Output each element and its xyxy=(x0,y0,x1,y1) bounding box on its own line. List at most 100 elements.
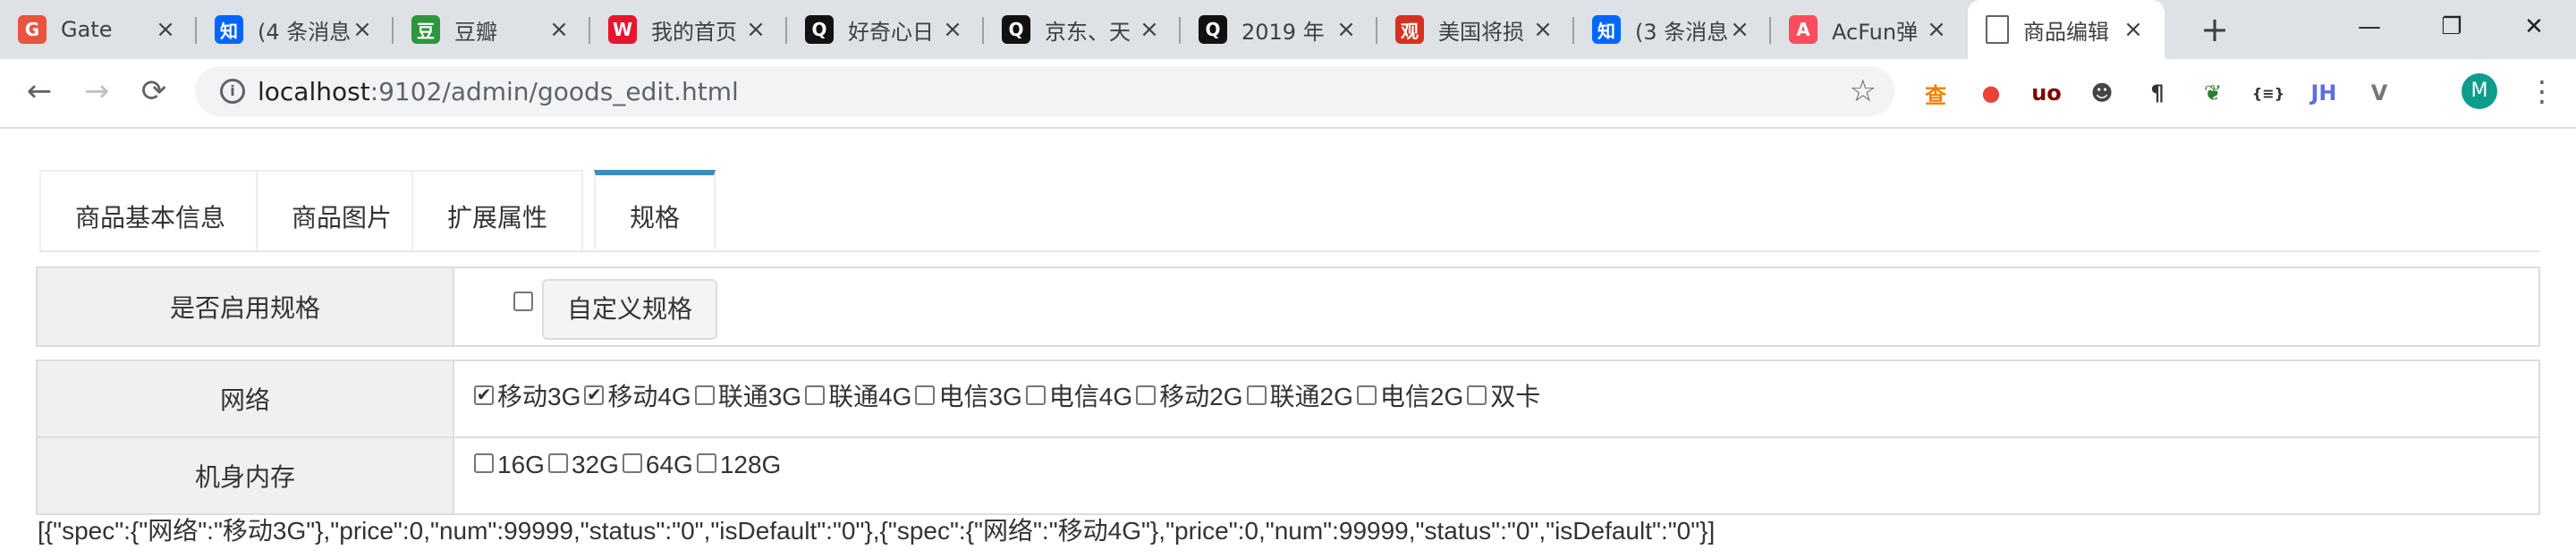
tab-close-icon[interactable]: × xyxy=(547,18,571,41)
network-checkbox[interactable] xyxy=(1136,385,1157,405)
memory-checkbox[interactable] xyxy=(547,452,568,473)
network-option-label: 电信3G xyxy=(938,383,1022,410)
network-option[interactable]: 双卡 xyxy=(1467,377,1540,413)
page-favicon-icon xyxy=(1986,15,2009,44)
ext-location-icon[interactable]: ● xyxy=(1973,75,2009,111)
network-checkbox[interactable] xyxy=(805,385,826,405)
browser-tab[interactable]: W 我的首页 × xyxy=(590,0,787,59)
site-info-icon[interactable]: i xyxy=(220,79,245,104)
memory-option[interactable]: 64G xyxy=(622,451,693,479)
browser-tab[interactable]: G Gate × xyxy=(0,0,197,59)
weibo-favicon-icon: W xyxy=(608,15,637,44)
network-checkbox[interactable] xyxy=(915,385,936,405)
browser-tab[interactable]: Q 好奇心日 × xyxy=(787,0,984,59)
browser-tab[interactable]: 知 (3 条消息 × xyxy=(1574,0,1771,59)
ext-vimium-icon[interactable]: V xyxy=(2361,75,2397,111)
memory-option[interactable]: 16G xyxy=(474,451,545,479)
ext-jh-icon[interactable]: JH xyxy=(2306,75,2342,111)
network-checkbox[interactable]: ✔ xyxy=(584,385,605,405)
tab-close-icon[interactable]: × xyxy=(1728,18,1751,41)
qdaily-favicon-icon: Q xyxy=(805,15,834,44)
acfun-favicon-icon: A xyxy=(1789,15,1818,44)
ext-leaf-icon[interactable]: ❦ xyxy=(2195,75,2231,111)
browser-tab[interactable]: 知 (4 条消息 × xyxy=(197,0,394,59)
enable-spec-checkbox[interactable] xyxy=(513,292,533,311)
network-option[interactable]: 联通2G xyxy=(1246,377,1353,413)
spec-enable-value: 自定义规格 xyxy=(474,268,2538,345)
forward-button[interactable]: → xyxy=(77,72,116,111)
profile-avatar[interactable]: M xyxy=(2462,73,2497,109)
tab-title: 美国将损 xyxy=(1438,19,1524,45)
network-checkbox[interactable] xyxy=(694,385,715,405)
network-checkbox[interactable] xyxy=(1356,385,1377,405)
tab-close-icon[interactable]: × xyxy=(744,18,767,41)
network-option-label: 移动3G xyxy=(497,383,581,410)
tab-close-icon[interactable]: × xyxy=(1925,18,1948,41)
qdaily-favicon-icon: Q xyxy=(1199,15,1227,44)
custom-spec-button[interactable]: 自定义规格 xyxy=(542,279,718,340)
tab-images[interactable]: 商品图片 xyxy=(256,170,428,250)
network-option[interactable]: ✔ 移动3G xyxy=(474,377,580,413)
network-row: 网络 ✔ 移动3G ✔ 移动4G 联通3G 联通4G 电信3G 电信4G 移动2G 联通2G 电信2… xyxy=(38,361,2538,438)
ext-search-icon[interactable]: 查 xyxy=(1918,75,1953,111)
tab-basic-info[interactable]: 商品基本信息 xyxy=(39,170,262,250)
network-option-label: 联通2G xyxy=(1269,383,1353,410)
network-option[interactable]: 移动2G xyxy=(1136,377,1243,413)
network-checkbox[interactable] xyxy=(1025,385,1046,405)
network-option[interactable]: 联通3G xyxy=(694,377,802,413)
memory-checkbox[interactable] xyxy=(622,452,642,473)
network-option-label: 电信4G xyxy=(1048,383,1133,410)
close-window-button[interactable]: ✕ xyxy=(2494,0,2574,54)
network-option[interactable]: 电信3G xyxy=(915,377,1022,413)
memory-option-label: 32G xyxy=(571,451,619,478)
reload-button[interactable]: ⟳ xyxy=(134,72,174,111)
address-bar[interactable]: i localhost:9102/admin/goods_edit.html ☆ xyxy=(195,66,1894,116)
browser-tab[interactable]: Q 京东、天 × xyxy=(984,0,1181,59)
ext-ublock-icon[interactable]: uo xyxy=(2029,75,2064,111)
browser-tab[interactable]: 豆豆瓣 × xyxy=(394,0,590,59)
url-text[interactable]: localhost:9102/admin/goods_edit.html xyxy=(258,77,739,106)
browser-menu-icon[interactable]: ⋮ xyxy=(2528,70,2556,113)
network-checkbox[interactable] xyxy=(1246,385,1267,405)
tab-title: AcFun弹 xyxy=(1832,19,1919,45)
page-content: 商品基本信息 商品图片 扩展属性 规格 是否启用规格 自定义规格 网络 ✔ 移动3… xyxy=(0,129,2576,558)
tab-close-icon[interactable]: × xyxy=(1531,18,1555,41)
memory-options: 16G 32G 64G 128G xyxy=(474,438,2538,513)
tab-close-icon[interactable]: × xyxy=(1138,18,1161,41)
tab-title: 2019 年 xyxy=(1241,19,1325,45)
tab-close-icon[interactable]: × xyxy=(941,18,964,41)
tab-close-icon[interactable]: × xyxy=(2122,18,2145,41)
memory-option[interactable]: 32G xyxy=(547,451,619,479)
restore-button[interactable]: ❐ xyxy=(2411,0,2492,54)
network-checkbox[interactable] xyxy=(1467,385,1487,405)
tab-close-icon[interactable]: × xyxy=(351,18,374,41)
tab-close-icon[interactable]: × xyxy=(154,18,177,41)
ext-json-icon[interactable]: {≡} xyxy=(2250,75,2286,111)
browser-tab[interactable]: 商品编辑 × xyxy=(1968,0,2165,59)
tab-title: 京东、天 xyxy=(1045,19,1131,45)
tab-extended-attributes[interactable]: 扩展属性 xyxy=(411,170,584,250)
ext-pilcrow-icon[interactable]: ¶ xyxy=(2140,75,2175,111)
back-button[interactable]: ← xyxy=(20,72,59,111)
network-option[interactable]: 联通4G xyxy=(805,377,911,413)
tab-title: 好奇心日 xyxy=(848,19,934,45)
new-tab-button[interactable]: + xyxy=(2197,13,2233,48)
minimize-button[interactable]: — xyxy=(2329,0,2410,54)
browser-tab[interactable]: 观美国将损 × xyxy=(1377,0,1574,59)
tab-spec[interactable]: 规格 xyxy=(594,170,716,250)
browser-tab[interactable]: Q 2019 年 × xyxy=(1181,0,1377,59)
browser-tab[interactable]: A AcFun弹 × xyxy=(1771,0,1968,59)
memory-option-label: 64G xyxy=(645,451,693,478)
bookmark-star-icon[interactable]: ☆ xyxy=(1850,73,1877,109)
network-option-label: 联通3G xyxy=(717,383,802,410)
network-option[interactable]: 电信4G xyxy=(1025,377,1133,413)
tab-close-icon[interactable]: × xyxy=(1335,18,1358,41)
memory-option[interactable]: 128G xyxy=(696,451,781,479)
url-host: localhost xyxy=(258,77,370,106)
memory-checkbox[interactable] xyxy=(696,452,716,473)
network-option[interactable]: 电信2G xyxy=(1356,377,1463,413)
memory-checkbox[interactable] xyxy=(474,452,494,473)
ext-spy-icon[interactable]: ☻ xyxy=(2084,75,2120,111)
network-option[interactable]: ✔ 移动4G xyxy=(584,377,691,413)
network-checkbox[interactable]: ✔ xyxy=(474,385,494,405)
